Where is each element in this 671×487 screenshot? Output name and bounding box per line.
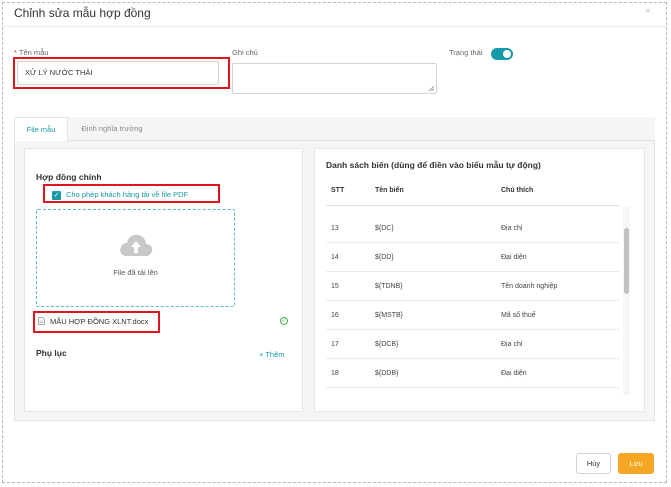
note-label: Ghi chú: [232, 48, 258, 57]
add-appendix-button[interactable]: + Thêm: [259, 350, 285, 359]
row-stt: 14: [331, 254, 339, 261]
row-divider: [326, 387, 620, 388]
tab-file-mau[interactable]: File mẫu: [14, 117, 68, 141]
row-note: Mã số thuế: [501, 312, 536, 319]
tab-dinh-nghia-truong[interactable]: Định nghĩa trường: [72, 117, 152, 141]
row-stt: 13: [331, 225, 339, 232]
variables-panel: [314, 148, 645, 412]
row-note: Địa chỉ: [501, 341, 523, 348]
row-variable: ${MSTB}: [375, 312, 404, 319]
save-button[interactable]: Lưu: [618, 453, 654, 474]
name-label-text: Tên mẫu: [18, 48, 49, 57]
row-divider: [326, 271, 620, 272]
row-note: Đại diện: [501, 254, 527, 261]
scrollbar-thumb[interactable]: [624, 228, 629, 294]
row-variable: ${DDB}: [375, 370, 399, 377]
row-stt: 17: [331, 341, 339, 348]
cloud-upload-icon: [120, 234, 153, 256]
header-divider: [3, 26, 666, 27]
status-toggle[interactable]: [491, 48, 513, 60]
upload-success-icon: ✓: [280, 317, 288, 325]
row-note: Địa chỉ: [501, 225, 523, 232]
dialog-title: Chỉnh sửa mẫu hợp đồng: [14, 6, 151, 20]
toggle-knob: [503, 50, 511, 58]
file-icon: [38, 317, 45, 325]
upload-text: File đã tải lên: [113, 268, 158, 277]
pdf-download-checkbox[interactable]: ✓: [52, 191, 61, 200]
row-variable: ${DD}: [375, 254, 394, 261]
pdf-download-label[interactable]: Cho phép khách hàng tải về file PDF: [66, 190, 188, 199]
variables-title: Danh sách biến (dùng để điền vào biểu mẫ…: [326, 160, 541, 170]
row-variable: ${DC}: [375, 225, 394, 232]
column-header-stt: STT: [331, 187, 345, 194]
column-header-note: Chú thích: [501, 187, 534, 194]
row-divider: [326, 329, 620, 330]
name-label: * Tên mẫu: [14, 48, 49, 57]
appendix-title: Phụ lục: [36, 348, 67, 358]
row-variable: ${TDNB}: [375, 283, 403, 290]
row-divider: [326, 242, 620, 243]
column-header-var: Tên biến: [375, 187, 404, 194]
row-divider: [326, 300, 620, 301]
row-stt: 15: [331, 283, 339, 290]
row-variable: ${DCB}: [375, 341, 399, 348]
status-label: Trạng thái: [449, 48, 483, 57]
cancel-button[interactable]: Hủy: [576, 453, 611, 474]
name-input[interactable]: XỬ LÝ NƯỚC THẢI: [17, 61, 219, 85]
header-divider-line: [326, 205, 620, 206]
upload-dropzone[interactable]: File đã tải lên: [36, 209, 235, 307]
row-note: Tên doanh nghiệp: [501, 283, 558, 290]
row-stt: 16: [331, 312, 339, 319]
row-stt: 18: [331, 370, 339, 377]
note-textarea[interactable]: [232, 63, 437, 94]
close-icon[interactable]: ×: [645, 6, 651, 17]
required-mark: *: [14, 48, 17, 57]
row-divider: [326, 358, 620, 359]
resize-handle-icon[interactable]: [428, 85, 435, 92]
uploaded-file-name[interactable]: MẪU HỢP ĐỒNG XLNT.docx: [50, 317, 148, 326]
row-note: Đại diện: [501, 370, 527, 377]
main-contract-title: Hợp đồng chính: [36, 172, 102, 182]
